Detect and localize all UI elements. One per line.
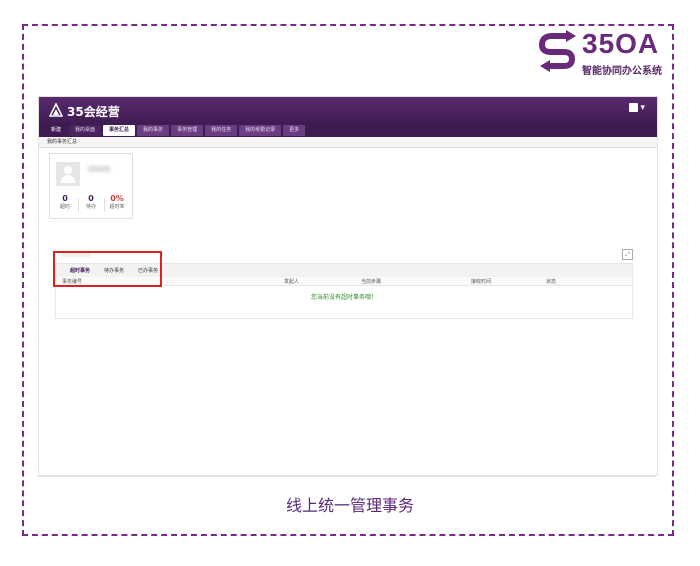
column-header: 发起人 — [284, 279, 300, 285]
caption-text: 线上统一管理事务 — [285, 496, 414, 515]
stat-value: 0 — [62, 194, 68, 203]
stat-value: 0 — [88, 194, 94, 203]
caption-divider — [38, 476, 656, 477]
stat-label: 超时率 — [109, 204, 125, 210]
stats-row: 0 超时 0 待办 0% 超时率 — [50, 194, 132, 216]
user-icon — [628, 103, 638, 112]
nav-item-3[interactable]: 我的事务 — [137, 125, 170, 136]
stat-timeout[interactable]: 0 超时 — [52, 194, 78, 210]
avatar — [56, 162, 80, 186]
brand-subtitle: 智能协同办公系统 — [582, 66, 662, 77]
nav-item-2[interactable]: 事务汇总 — [103, 125, 136, 136]
nav-item-1[interactable]: 我的桌面 — [69, 125, 102, 136]
profile-card: 0 超时 0 待办 0% 超时率 — [49, 153, 133, 219]
app-title: 35会经营 — [67, 105, 120, 119]
nav-item-0[interactable]: 新建 — [45, 125, 68, 136]
highlight-box — [53, 251, 162, 287]
app-triangle-logo-icon — [49, 103, 63, 117]
nav-item-5[interactable]: 我的任务 — [205, 125, 238, 136]
empty-message: 您当前没有超时事务哦！ — [310, 294, 377, 301]
stat-pending[interactable]: 0 待办 — [78, 194, 104, 210]
stat-label: 超时 — [59, 204, 70, 210]
user-menu[interactable]: ▾ — [628, 103, 645, 113]
column-header: 状态 — [546, 279, 557, 285]
app-topbar: 35会经营 ▾ — [39, 97, 657, 125]
stat-label: 待办 — [85, 204, 96, 210]
breadcrumb: 我的事务汇总 — [39, 137, 657, 148]
user-name-blurred — [88, 166, 110, 172]
column-header: 当前步骤 — [361, 279, 382, 285]
brand-s-arrow-icon — [538, 30, 576, 72]
chevron-down-icon: ▾ — [640, 103, 645, 113]
brand-name: 35OA — [582, 28, 660, 59]
expand-icon[interactable]: ⤢ — [622, 249, 633, 260]
main-nav: 新建 我的桌面 事务汇总 我的事务 事务管理 我的任务 我的考勤记录 更多 — [39, 125, 657, 137]
stat-timeout-rate[interactable]: 0% 超时率 — [104, 194, 130, 210]
stat-value: 0% — [110, 194, 124, 203]
column-header: 接收时间 — [471, 279, 492, 285]
nav-item-6[interactable]: 我的考勤记录 — [239, 125, 282, 136]
nav-item-7[interactable]: 更多 — [283, 125, 306, 136]
brand-logo-block: 35OA 智能协同办公系统 — [536, 28, 676, 78]
nav-item-4[interactable]: 事务管理 — [171, 125, 204, 136]
